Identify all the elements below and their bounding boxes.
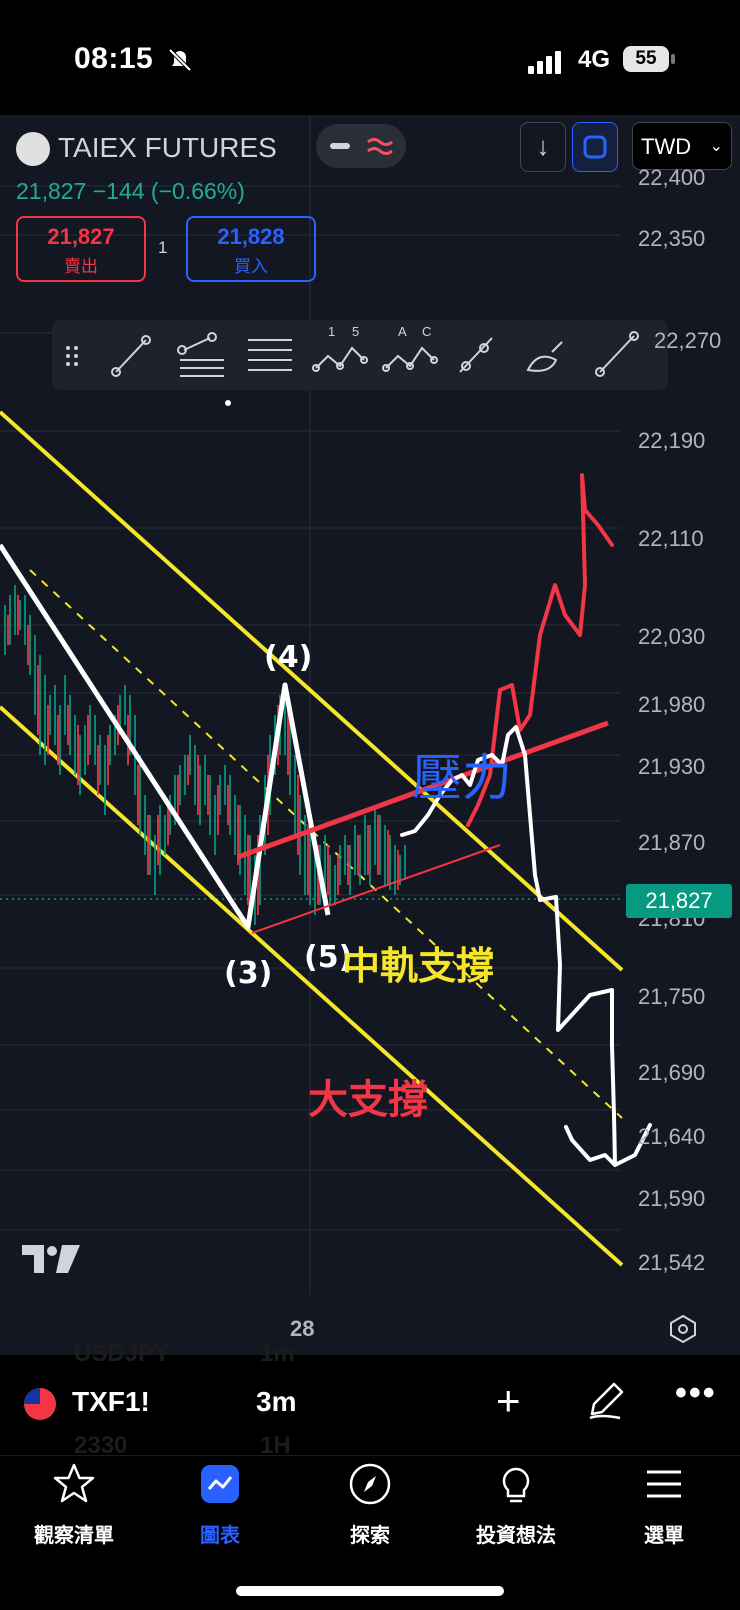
lightbulb-icon (502, 1467, 530, 1503)
fib-retracement-icon (177, 332, 224, 377)
nav-label: 觀察清單 (34, 1525, 114, 1547)
symbol-name[interactable]: TXF1! (72, 1386, 150, 1418)
nav-explore[interactable]: 探索 (300, 1462, 440, 1548)
svg-text:1: 1 (328, 324, 335, 339)
svg-text:A: A (398, 324, 407, 339)
more-icon[interactable]: ••• (675, 1374, 717, 1413)
chart-canvas[interactable] (0, 115, 740, 1355)
price-label: 22,110 (638, 526, 704, 551)
price-label: 21,542 (638, 1250, 706, 1275)
nav-label: 圖表 (200, 1525, 240, 1547)
svg-text:5: 5 (352, 324, 359, 339)
nav-label: 探索 (350, 1525, 390, 1547)
currency-select[interactable]: TWD ⌄ (632, 122, 732, 170)
currency-value: TWD (641, 134, 692, 159)
trend-line-icon (111, 335, 151, 377)
taiwan-flag-icon (24, 1388, 56, 1420)
abc-wave-icon (382, 346, 438, 372)
minus-icon (330, 138, 393, 155)
nav-chart[interactable]: 圖表 (150, 1462, 290, 1548)
chart-pane[interactable] (0, 115, 740, 1355)
price-label: 22,190 (638, 428, 706, 453)
big-support-annotation: 大支撐 (308, 1077, 428, 1123)
price-label: 22,030 (638, 624, 706, 649)
tradingview-logo (22, 1245, 80, 1273)
nav-ideas[interactable]: 投資想法 (446, 1462, 586, 1548)
price-label: 22,270 (654, 328, 722, 353)
add-icon[interactable]: + (496, 1380, 521, 1422)
price-label: 21,640 (638, 1124, 706, 1149)
chevron-down-icon: ⌄ (709, 138, 723, 155)
fullscreen-icon (583, 135, 607, 159)
time-axis-label: 28 (290, 1316, 315, 1341)
price-label: 21,750 (638, 984, 706, 1009)
wave-4-label: (4) (264, 640, 313, 675)
pencil-icon[interactable] (584, 1378, 628, 1422)
interval-selector[interactable]: 3m (256, 1386, 296, 1418)
silent-bell-icon (168, 48, 192, 72)
price-label: 21,690 (638, 1060, 706, 1085)
watchlist-ghost-symbol: USDJPY (74, 1340, 171, 1367)
watchlist-ghost-interval: 1m (260, 1340, 295, 1367)
nav-watchlist[interactable]: 觀察清單 (4, 1462, 144, 1548)
mid-support-annotation: 中軌支撐 (342, 944, 495, 988)
network-type: 4G (578, 46, 611, 73)
ray-icon (595, 331, 639, 377)
sell-button[interactable]: 21,827 賣出 (16, 216, 146, 282)
indicator-toggle-pill[interactable] (316, 124, 406, 168)
nav-label: 選單 (644, 1525, 684, 1547)
buy-price: 21,828 (217, 224, 285, 249)
horizontal-lines-icon (248, 339, 292, 371)
hamburger-icon (647, 1470, 681, 1498)
drawing-tools: 1 5 AC (66, 324, 639, 377)
wave-path (0, 543, 331, 930)
wave-3-label: (3) (224, 956, 273, 991)
nav-menu[interactable]: 選單 (594, 1462, 734, 1548)
signal-icon (528, 51, 561, 74)
sell-price: 21,827 (47, 224, 115, 249)
star-icon (53, 1463, 95, 1503)
current-price-label: 21,827 (626, 884, 732, 918)
price-label: 21,980 (638, 692, 706, 717)
buy-label: 買入 (234, 257, 268, 276)
symbol-logo (16, 132, 50, 166)
chart-icon (201, 1465, 239, 1503)
drawing-toolbar: 1 5 AC (52, 320, 668, 390)
arrow-down-button[interactable]: ↓ (520, 122, 566, 172)
projection-icon (459, 337, 493, 373)
battery-level: 55 (623, 46, 669, 72)
quote-change: 21,827 −144 (−0.66%) (16, 178, 245, 204)
price-label: 21,870 (638, 830, 706, 855)
sell-label: 賣出 (64, 257, 98, 276)
compass-icon (349, 1463, 391, 1505)
brush-icon (526, 341, 563, 372)
arrow-down-icon: ↓ (536, 131, 550, 161)
elliott-wave-icon (312, 346, 368, 372)
nav-label: 投資想法 (476, 1525, 556, 1547)
chart-settings-icon[interactable] (668, 1314, 698, 1344)
resistance-annotation: 壓力 (412, 749, 512, 807)
fullscreen-button[interactable] (572, 122, 618, 172)
svg-text:C: C (422, 324, 431, 339)
price-label: 22,350 (638, 226, 706, 251)
battery-tip (671, 54, 675, 64)
price-label: 21,930 (638, 754, 706, 779)
buy-button[interactable]: 21,828 買入 (186, 216, 316, 282)
status-time: 08:15 (74, 42, 154, 75)
symbol-title[interactable]: TAIEX FUTURES (58, 132, 277, 164)
price-label: 21,590 (638, 1186, 706, 1211)
order-quantity[interactable]: 1 (158, 238, 167, 258)
home-indicator[interactable] (236, 1586, 504, 1596)
price-label: 22,400 (638, 165, 706, 190)
